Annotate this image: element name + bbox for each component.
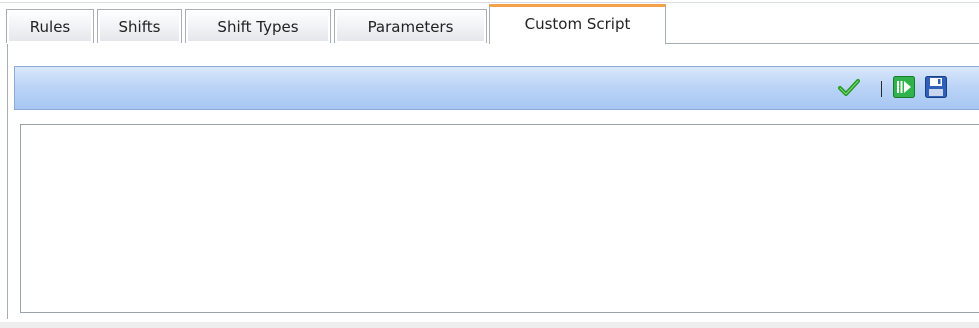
tab-custom-script[interactable]: Custom Script (489, 4, 666, 46)
save-icon (925, 76, 947, 102)
tab-shift-types[interactable]: Shift Types (185, 9, 331, 43)
tab-parameters[interactable]: Parameters (334, 9, 487, 43)
tab-label: Shifts (118, 17, 161, 36)
custom-script-editor[interactable] (20, 124, 979, 313)
checkmark-icon (838, 77, 860, 101)
tab-strip: Rules Shifts Shift Types Parameters Cust… (6, 2, 979, 46)
run-script-icon (893, 76, 915, 102)
save-button[interactable] (925, 76, 947, 102)
tab-rules[interactable]: Rules (6, 9, 94, 43)
tab-label: Custom Script (524, 15, 631, 33)
footer-strip (0, 322, 979, 328)
script-toolbar (14, 66, 979, 110)
tab-label: Shift Types (217, 17, 299, 36)
tab-label: Rules (29, 17, 71, 36)
validate-button[interactable] (838, 78, 860, 100)
app-frame: Rules Shifts Shift Types Parameters Cust… (0, 0, 979, 322)
toolbar-separator (881, 81, 882, 97)
run-script-button[interactable] (893, 76, 915, 102)
tab-label: Parameters (367, 17, 454, 36)
tab-shifts[interactable]: Shifts (97, 9, 182, 43)
